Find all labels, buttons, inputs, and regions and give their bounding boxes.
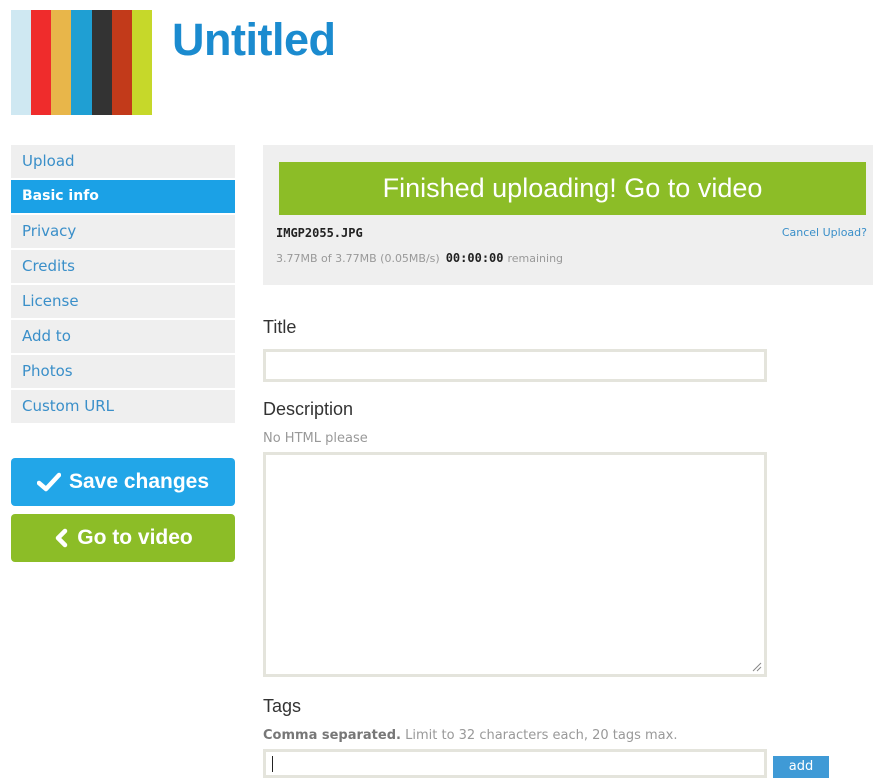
upload-remaining-text: remaining	[507, 252, 564, 265]
nav-item-license[interactable]: License	[11, 285, 235, 318]
upload-progress-text: 3.77MB of 3.77MB (0.05MB/s)	[276, 252, 440, 265]
page-title: Untitled	[172, 14, 336, 65]
upload-time-remaining: 00:00:00	[445, 251, 504, 265]
upload-filename: IMGP2055.JPG	[276, 226, 363, 240]
upload-status-panel: Finished uploading! Go to video IMGP2055…	[263, 145, 873, 285]
description-hint: No HTML please	[263, 431, 368, 446]
save-changes-label: Save changes	[68, 470, 210, 493]
checkmark-icon	[36, 472, 61, 492]
tags-hint: Comma separated. Limit to 32 characters …	[263, 728, 677, 743]
go-to-video-button[interactable]: Go to video	[11, 514, 235, 562]
thumbnail-stripe	[111, 10, 132, 115]
tags-hint-text: Limit to 32 characters each, 20 tags max…	[405, 728, 678, 743]
go-to-video-label: Go to video	[77, 526, 193, 549]
thumbnail-stripe	[51, 10, 72, 115]
save-changes-button[interactable]: Save changes	[11, 458, 235, 506]
nav-item-privacy[interactable]: Privacy	[11, 215, 235, 248]
text-caret	[272, 756, 273, 772]
description-label: Description	[263, 399, 354, 419]
thumbnail-stripe	[31, 10, 52, 115]
thumbnail-stripe	[131, 10, 152, 115]
nav-item-photos[interactable]: Photos	[11, 355, 235, 388]
nav-item-upload[interactable]: Upload	[11, 145, 235, 178]
nav-item-credits[interactable]: Credits	[11, 250, 235, 283]
thumbnail-stripe	[11, 10, 32, 115]
resize-handle-icon[interactable]	[751, 661, 762, 672]
thumbnail-stripe	[71, 10, 92, 115]
thumbnail-stripe	[91, 10, 112, 115]
finished-upload-banner[interactable]: Finished uploading! Go to video	[279, 162, 866, 215]
title-input[interactable]	[263, 349, 767, 382]
upload-progress-line: 3.77MB of 3.77MB (0.05MB/s) 00:00:00 remai…	[276, 251, 563, 265]
nav-item-add-to[interactable]: Add to	[11, 320, 235, 353]
sidebar-nav: Upload Basic info Privacy Credits Licens…	[11, 145, 235, 425]
cancel-upload-link[interactable]: Cancel Upload?	[782, 226, 867, 239]
tags-label: Tags	[263, 696, 302, 716]
chevron-left-icon	[56, 528, 68, 548]
nav-item-basic-info[interactable]: Basic info	[11, 180, 235, 213]
tags-input[interactable]	[263, 749, 767, 778]
nav-item-custom-url[interactable]: Custom URL	[11, 390, 235, 423]
description-textarea[interactable]	[263, 452, 767, 677]
video-thumbnail	[11, 10, 152, 115]
add-tag-button[interactable]: add	[773, 756, 829, 778]
title-label: Title	[263, 317, 297, 337]
tags-hint-bold: Comma separated.	[263, 728, 401, 743]
